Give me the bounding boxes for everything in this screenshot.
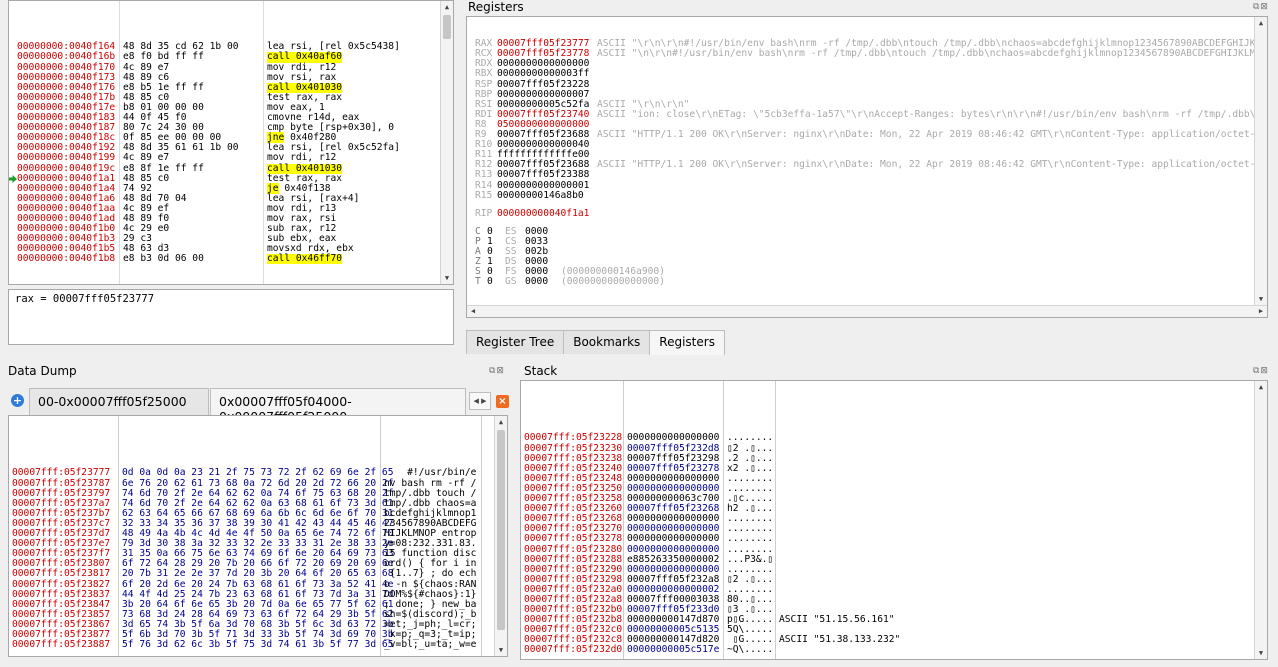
register-name: RIP — [475, 207, 493, 219]
disassembly-view[interactable]: 00000000:0040f164 48 8d 35 cd 62 1b 00 lea… — [8, 0, 454, 285]
stack-rows: 00007fff:05f23228 0000000000000000.......… — [521, 431, 1267, 655]
dump-tab-bar: + 00-0x00007fff05f25000 0x00007fff05f040… — [8, 388, 515, 424]
dump-scrollbar[interactable]: ▲ ▼ — [494, 416, 507, 656]
dump-tab-2[interactable]: 0x00007fff05f04000-0x00007fff05f25000 — [210, 388, 466, 424]
stack-row[interactable]: 00007fff:05f23278 0000000000000000.......… — [521, 534, 1267, 544]
stack-ascii: ~Q\..... — [727, 644, 774, 656]
stack-ascii: ........ — [727, 533, 774, 545]
data-dump-title: Data Dump — [8, 364, 77, 378]
disassembly-rows: 00000000:0040f164 48 8d 35 cd 62 1b 00 lea… — [9, 42, 453, 265]
register-value[interactable]: 000000000040f1a1 — [497, 208, 589, 219]
dock-buttons-icon[interactable]: ⧉⊠ — [489, 366, 505, 376]
scroll-up-icon[interactable]: ▲ — [1255, 381, 1267, 393]
flag-row[interactable]: P 1 CS 0033 — [467, 236, 1267, 247]
scroll-down-icon[interactable]: ▼ — [495, 644, 507, 656]
register-name: R13 — [475, 169, 493, 181]
registers-hscrollbar[interactable]: ◀ ▶ — [467, 305, 1267, 317]
dump-ascii[interactable]: _v=bl;_u=ta;_w=e — [384, 639, 476, 650]
disasm-instruction: mov rdi, r12 — [267, 152, 337, 164]
stack-address: 00007fff:05f23278 — [524, 533, 623, 545]
register-row[interactable]: R15 00000000146a8b0 — [467, 189, 1267, 201]
add-tab-icon[interactable]: + — [11, 394, 24, 407]
tab-bookmarks[interactable]: Bookmarks — [563, 330, 651, 354]
disassembly-scrollbar[interactable]: ▲ ▼ — [440, 1, 453, 284]
dump-hex[interactable]: 20 7b 31 2e 2e 37 7d 20 3b 20 64 6f 20 6… — [122, 569, 393, 579]
dump-tab-1[interactable]: 00-0x00007fff05f25000 — [29, 388, 209, 415]
register-row[interactable]: R13 00007fff05f23388 — [467, 170, 1267, 180]
registers-view[interactable]: RAX 00007fff05f23777 ASCII "\r\n\r\n#!/usr… — [466, 16, 1268, 318]
flag-row[interactable]: A 0 SS 002b — [467, 246, 1267, 257]
disasm-address: 00000000:0040f1b8 — [17, 253, 116, 265]
register-row[interactable]: R14 0000000000000001 — [467, 180, 1267, 191]
stack-value[interactable]: 0000000000000000 — [627, 534, 719, 544]
register-string: ASCII "ion: close\r\nETag: \"5cb3effa-1a… — [597, 108, 1256, 120]
dock-buttons-icon[interactable]: ⧉⊠ — [1253, 366, 1269, 376]
stack-title: Stack — [524, 364, 558, 378]
flag-name: T — [475, 276, 481, 288]
dump-row[interactable]: 00007fff:05f23817 20 7b 31 2e 2e 37 7d 20… — [9, 569, 507, 579]
disasm-address: 00000000:0040f199 — [17, 152, 116, 164]
segment-name: GS — [505, 276, 517, 288]
register-name: R15 — [475, 189, 493, 201]
disasm-instruction: call 0x46ff70 — [267, 253, 343, 265]
register-tabs: Register Tree Bookmarks Registers — [466, 330, 725, 355]
disasm-row[interactable]: 00000000:0040f1b8 e8 b3 0d 06 00 call 0x46… — [9, 253, 453, 265]
flag-row[interactable]: T 0 GS 0000 (0000000000000000) — [467, 277, 1267, 287]
stack-comment: ASCII "51.38.133.232" — [779, 634, 901, 646]
scroll-up-icon[interactable]: ▲ — [1255, 17, 1267, 29]
scroll-right-icon[interactable]: ▶ — [1255, 306, 1267, 317]
register-string: ASCII "\n\r\n#!/usr/bin/env bash\nrm -rf… — [597, 48, 1256, 60]
scrollbar-thumb[interactable] — [497, 430, 505, 630]
disasm-bytes: 4c 89 e7 — [123, 152, 170, 164]
stack-row[interactable]: 00007fff:05f232d0 00000000005c517e ~Q\....… — [521, 645, 1267, 655]
registers-scrollbar[interactable]: ▲ ▼ — [1254, 17, 1267, 305]
register-row-rip[interactable]: RIP 000000000040f1a1 — [467, 207, 1267, 219]
scroll-down-icon[interactable]: ▼ — [1255, 647, 1267, 659]
flag-row[interactable]: C 0 ES 0000 — [467, 226, 1267, 237]
scroll-down-icon[interactable]: ▼ — [1255, 293, 1267, 305]
tab-register-tree[interactable]: Register Tree — [466, 330, 565, 354]
scroll-left-icon[interactable]: ◀ — [467, 306, 479, 317]
register-string: ASCII "HTTP/1.1 200 OK\r\nServer: nginx\… — [597, 129, 1256, 141]
dock-buttons-icon[interactable]: ⧉⊠ — [1253, 2, 1269, 12]
instruction-pointer-arrow-icon — [9, 174, 17, 183]
registers-title: Registers — [468, 0, 524, 14]
stack-view[interactable]: 00007fff:05f23228 0000000000000000.......… — [520, 380, 1268, 660]
dump-hex[interactable]: 5f 76 3d 62 6c 3b 5f 75 3d 74 61 3b 5f 7… — [122, 639, 393, 650]
segment-value[interactable]: 0000 — [525, 277, 548, 287]
dump-row[interactable]: 00007fff:05f23887 5f 76 3d 62 6c 3b 5f 75… — [9, 639, 507, 651]
expression-box[interactable]: rax = 00007fff05f23777 — [8, 289, 454, 345]
scroll-up-icon[interactable]: ▲ — [441, 1, 453, 13]
dump-rows: 00007fff:05f23777 0d 0a 0d 0a 23 21 2f 75… — [9, 466, 507, 650]
flag-value[interactable]: 0 — [487, 277, 493, 287]
scroll-down-icon[interactable]: ▼ — [441, 272, 453, 284]
disasm-bytes: e8 b3 0d 06 00 — [123, 253, 204, 265]
tab-scroll-icon[interactable]: ◀ ▶ — [469, 392, 491, 410]
register-value[interactable]: 00007fff05f23388 — [497, 170, 589, 180]
register-string: ASCII "HTTP/1.1 200 OK\r\nServer: nginx\… — [597, 159, 1256, 171]
stack-value[interactable]: 00000000005c517e — [627, 645, 719, 655]
data-dump-view[interactable]: 00007fff:05f23777 0d 0a 0d 0a 23 21 2f 75… — [8, 415, 508, 657]
close-tab-icon[interactable]: × — [496, 395, 509, 408]
dump-address: 00007fff:05f23817 — [12, 568, 111, 580]
register-rows: RAX 00007fff05f23777 ASCII "\r\n\r\n#!/usr… — [467, 37, 1267, 287]
stack-address: 00007fff:05f232d0 — [524, 644, 623, 656]
disasm-row[interactable]: 00000000:0040f199 4c 89 e7 mov rdi, r12 — [9, 153, 453, 163]
tab-registers[interactable]: Registers — [649, 330, 725, 355]
stack-comment: ASCII "51.15.56.161" — [779, 614, 895, 626]
scrollbar-thumb[interactable] — [443, 15, 451, 39]
dump-ascii[interactable]: {1..7} ; do ech — [384, 569, 477, 579]
register-value[interactable]: 00000000146a8b0 — [497, 190, 584, 201]
scroll-up-icon[interactable]: ▲ — [495, 416, 507, 428]
dump-address: 00007fff:05f23887 — [12, 639, 111, 651]
stack-scrollbar[interactable]: ▲ ▼ — [1254, 381, 1267, 659]
segment-base: (0000000000000000) — [561, 276, 665, 288]
